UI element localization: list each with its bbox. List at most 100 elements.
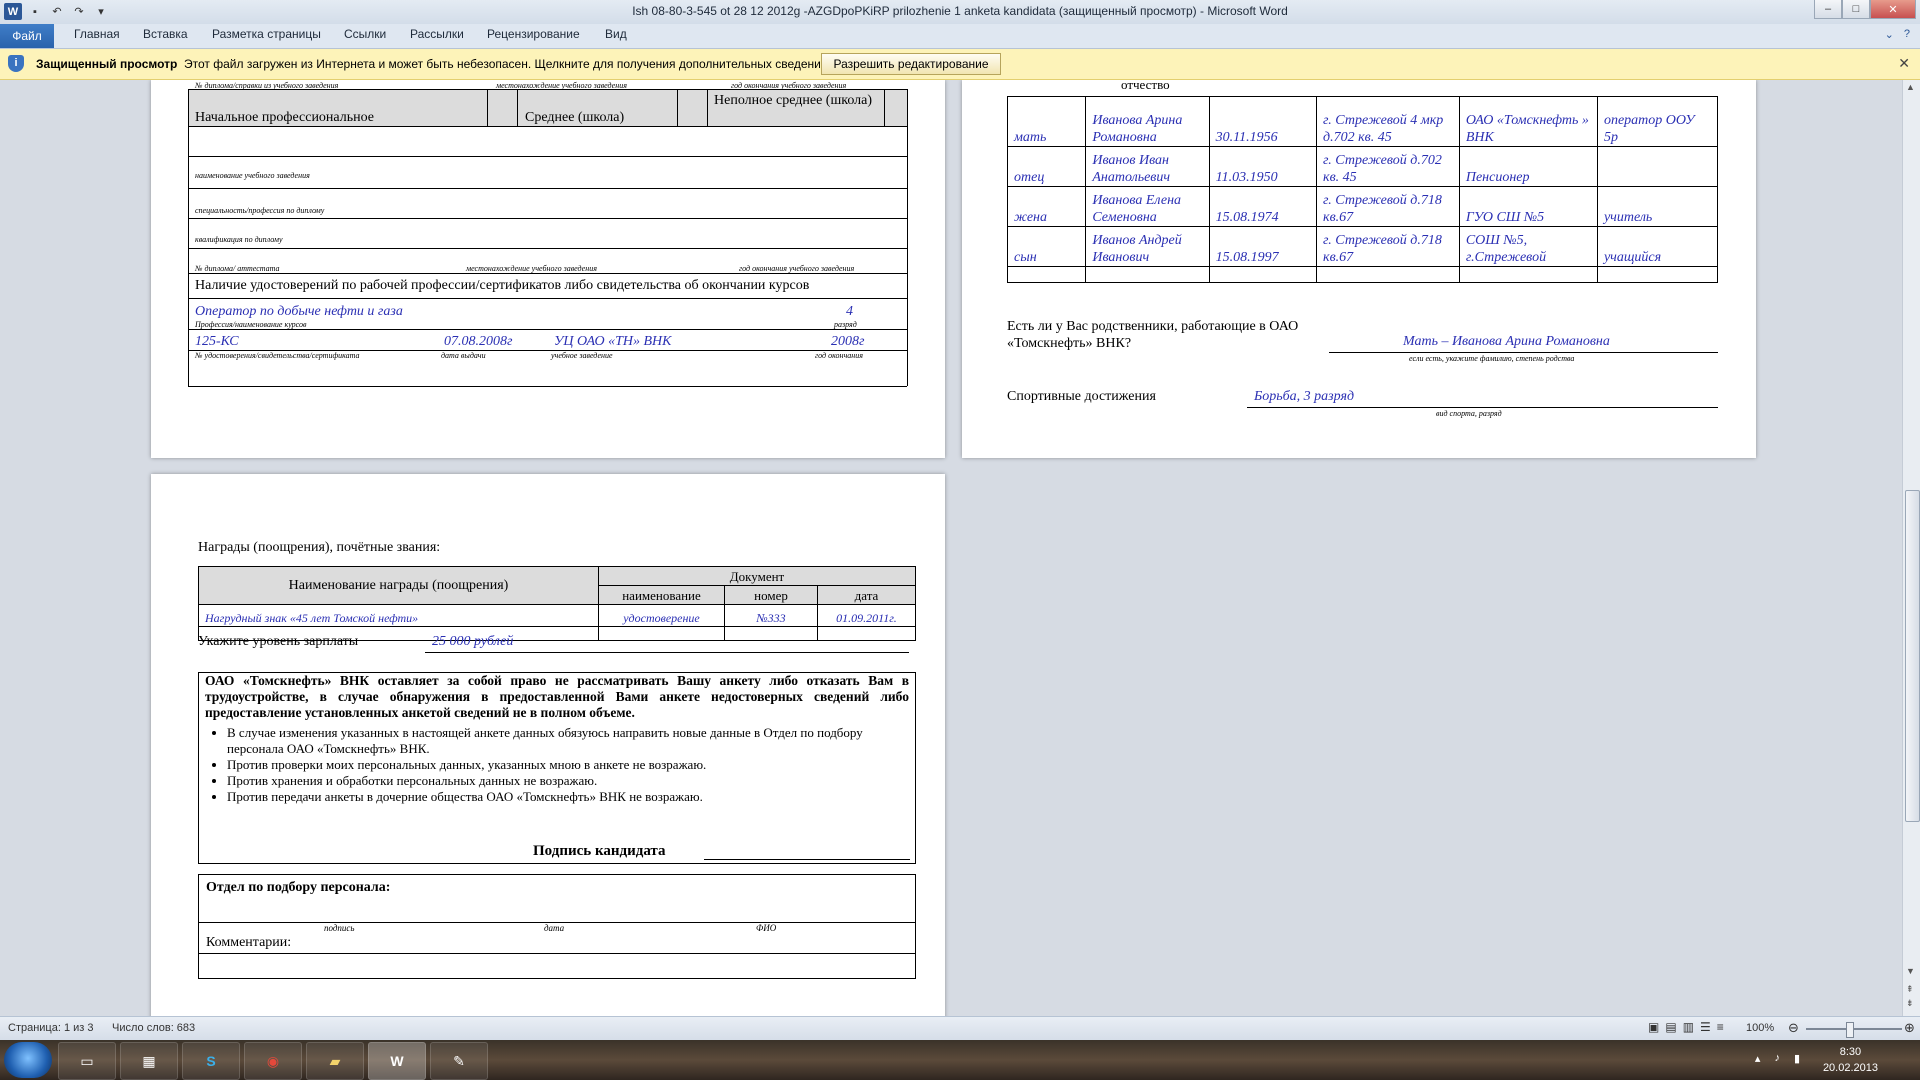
expand-ribbon-icon[interactable]: ⌄ [1885,28,1894,41]
close-button[interactable]: ✕ [1870,0,1916,19]
caption-date: дата [544,923,565,933]
tab-references[interactable]: Ссылки [344,27,386,41]
zoom-out-icon[interactable]: ⊖ [1788,1020,1799,1036]
zoom-slider-thumb[interactable] [1846,1022,1854,1038]
clock[interactable]: 8:30 20.02.2013 [1823,1044,1878,1076]
page-1: № диплома/справки из учебного заведения … [151,80,945,458]
scroll-thumb[interactable] [1905,490,1920,822]
shield-icon: i [8,55,24,72]
table-row [1006,266,1719,283]
next-page-icon[interactable]: ⇟ [1906,998,1914,1009]
edu-incomplete-secondary: Неполное среднее (школа) [714,93,872,108]
cert-date: 07.08.2008г [444,334,513,349]
page-count[interactable]: Страница: 1 из 3 [8,1022,94,1034]
relatives-answer: Мать – Иванова Арина Романовна [1403,334,1610,349]
web-layout-icon[interactable]: ▥ [1683,1020,1694,1034]
status-bar: Страница: 1 из 3 Число слов: 683 ▣ ▤ ▥ ☰… [0,1016,1920,1041]
awards-col-document: Документ [598,566,916,586]
show-hidden-icons[interactable]: ▴ [1755,1052,1761,1065]
relative-rel: отец [1006,146,1087,187]
reading-view-icon[interactable]: ▤ [1665,1020,1676,1034]
clock-time: 8:30 [1839,1046,1862,1058]
relative-rel: мать [1006,96,1087,147]
paint-icon[interactable]: ✎ [430,1042,488,1080]
outline-icon[interactable]: ☰ [1700,1020,1711,1034]
zoom-in-icon[interactable]: ⊕ [1904,1020,1915,1036]
print-layout-icon[interactable]: ▣ [1648,1020,1659,1034]
comments-label: Комментарии: [206,935,292,950]
caption-diploma-number: № диплома/ аттестата [195,264,280,273]
relative-work: ОАО «Томскнефть » ВНК [1458,96,1598,147]
zoom-slider[interactable] [1806,1028,1902,1030]
hr-box: Отдел по подбору персонала: подпись дата… [198,874,916,979]
tab-insert[interactable]: Вставка [143,27,188,41]
caption-issue-date: дата выдачи [441,351,486,360]
tab-mailings[interactable]: Рассылки [410,27,464,41]
ribbon-tabs: Файл Главная Вставка Разметка страницы С… [0,24,1920,49]
help-icon[interactable]: ? [1904,28,1910,41]
word-taskbar-icon[interactable]: W [368,1042,426,1080]
award-date: 01.09.2011г. [817,604,916,627]
list-item: Против хранения и обработки персональных… [227,773,915,789]
network-icon[interactable]: ▮ [1794,1052,1800,1065]
tab-view[interactable]: Вид [605,27,627,41]
relative-rel: жена [1006,186,1087,227]
relative-pos [1596,146,1719,187]
award-doc: удостоверение [598,604,725,627]
relative-pos: учитель [1596,186,1719,227]
consent-box: ОАО «Томскнефть» ВНК оставляет за собой … [198,672,916,864]
vertical-scrollbar[interactable]: ▲ ▼ ⇞ ⇟ [1902,80,1920,1016]
scroll-down-icon[interactable]: ▼ [1906,966,1915,976]
enable-editing-button[interactable]: Разрешить редактирование [821,53,1001,75]
start-button[interactable] [4,1042,52,1078]
table-row: отец Иванов Иван Анатольевич 11.03.1950 г. … [1006,146,1719,187]
awards-table: Наименование награды (поощрения) Докумен… [198,566,916,641]
cert-school: УЦ ОАО «ТН» ВНК [554,334,672,349]
tab-file[interactable]: Файл [0,24,54,48]
close-icon[interactable]: ✕ [1898,55,1910,72]
awards-col-name: Наименование награды (поощрения) [198,566,599,605]
caption-qualification: квалификация по диплому [195,235,283,244]
tab-page-layout[interactable]: Разметка страницы [212,27,321,41]
relative-work: СОШ №5, г.Стрежевой [1458,226,1598,267]
protected-view-message[interactable]: Этот файл загружен из Интернета и может … [184,57,831,71]
sports-value: Борьба, 3 разряд [1254,389,1355,404]
scroll-up-icon[interactable]: ▲ [1906,82,1915,92]
salary-value: 25 000 рублей [432,634,514,649]
award-name: Нагрудный знак «45 лет Томской нефти» [198,604,599,627]
relative-addr: г. Стрежевой д.718 кв.67 [1316,186,1460,227]
award-number: №333 [724,604,818,627]
edu-vocational: Начальное профессиональное [195,110,375,125]
relative-addr: г. Стрежевой д.702 кв. 45 [1316,146,1460,187]
explorer-icon[interactable]: ▭ [58,1042,116,1080]
caption-graduation-year: год окончания учебного заведения [739,264,855,273]
page-3: Награды (поощрения), почётные звания: На… [151,474,945,1016]
sports-label: Спортивные достижения [1007,389,1156,404]
volume-icon[interactable]: ♪ [1774,1052,1780,1065]
relative-addr: г. Стрежевой 4 мкр д.702 кв. 45 [1316,96,1460,147]
caption-profession: Профессия/наименование курсов [195,320,307,329]
previous-page-icon[interactable]: ⇞ [1906,984,1914,995]
table-row: мать Иванова Арина Романовна 30.11.1956 г. … [1006,96,1719,147]
tab-review[interactable]: Рецензирование [487,27,580,41]
relatives-table: мать Иванова Арина Романовна 30.11.1956 г. … [1006,96,1719,283]
minimize-button[interactable]: – [1814,0,1842,19]
cert-profession: Оператор по добыче нефти и газа [195,304,403,319]
document-area[interactable]: № диплома/справки из учебного заведения … [0,80,1902,1016]
word-count[interactable]: Число слов: 683 [112,1022,195,1034]
draft-icon[interactable]: ≡ [1717,1020,1724,1034]
skype-icon[interactable]: S [182,1042,240,1080]
caption-grade: разряд [834,320,857,329]
chrome-icon[interactable]: ◉ [244,1042,302,1080]
caption-specialty: специальность/профессия по диплому [195,206,325,215]
folder-icon[interactable]: ▰ [306,1042,364,1080]
maximize-button[interactable]: □ [1842,0,1870,19]
awards-sub-name: наименование [598,585,725,605]
edu-secondary: Среднее (школа) [525,110,625,125]
taskmanager-icon[interactable]: ▦ [120,1042,178,1080]
tab-home[interactable]: Главная [74,27,120,41]
caption-school-name: наименование учебного заведения [195,171,310,180]
caption-institution: учебное заведение [551,351,613,360]
hr-heading: Отдел по подбору персонала: [206,880,391,895]
zoom-level[interactable]: 100% [1746,1022,1774,1034]
